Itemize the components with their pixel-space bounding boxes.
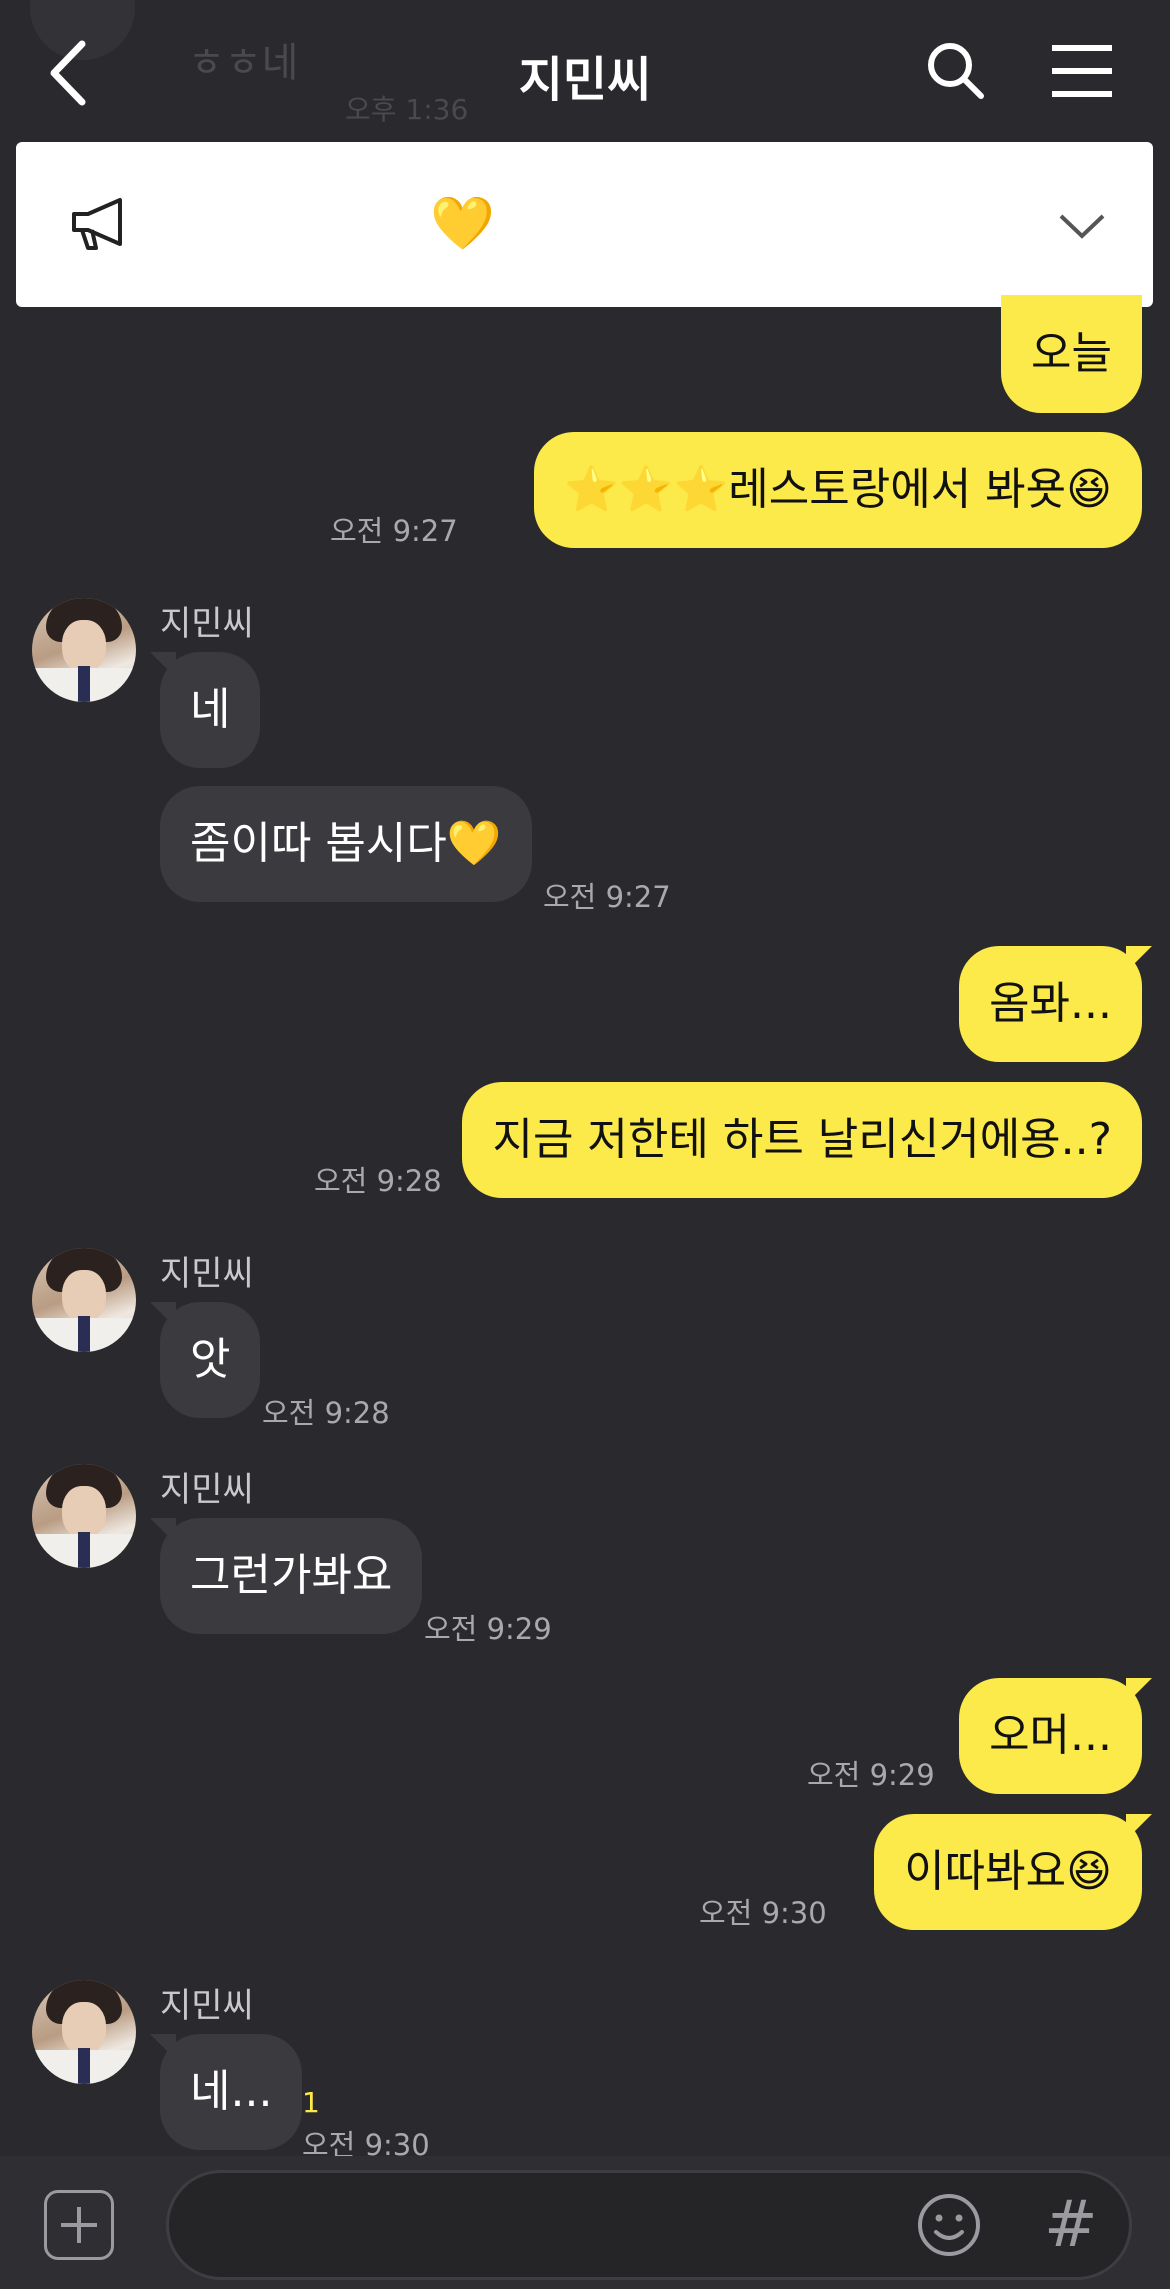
message-bubble-sent[interactable]: ⭐⭐⭐레스토랑에서 봐욧😆: [533, 432, 1142, 548]
star-emoji: ⭐⭐⭐: [563, 464, 729, 515]
message-bubble-received[interactable]: 좀이따 봅시다💛: [160, 786, 532, 902]
unread-count: 1: [302, 2086, 320, 2119]
message-time: 오전 9:28: [314, 1164, 442, 1198]
message-bubble-sent[interactable]: 옴뫄...: [959, 946, 1142, 1062]
sender-name: 지민씨: [160, 604, 254, 644]
message-time: 오전 9:27: [330, 514, 458, 548]
message-text: 지금 저한테 하트 날리신거에용..?: [492, 1114, 1112, 1165]
sender-name: 지민씨: [160, 1470, 254, 1510]
notice-banner[interactable]: [16, 142, 1153, 307]
sender-name: 지민씨: [160, 1986, 254, 2026]
message-bubble-received[interactable]: 네: [160, 652, 261, 768]
message-text: 앗: [190, 1334, 231, 1385]
message-time: 오전 9:29: [424, 1612, 552, 1646]
message-bubble-sent[interactable]: 오머...: [959, 1678, 1142, 1794]
message-time: 오전 9:28: [262, 1396, 390, 1430]
message-input[interactable]: [166, 2170, 1132, 2280]
message-bubble-sent[interactable]: 이따봐요😆: [874, 1814, 1142, 1930]
message-bubble-received[interactable]: 앗: [160, 1302, 261, 1418]
message-time: 오전 9:27: [543, 880, 671, 914]
search-icon[interactable]: [925, 40, 985, 100]
message-text: 레스토랑에서 봐욧: [728, 464, 1067, 515]
message-text: 이따봐요: [904, 1846, 1067, 1897]
message-time: 오전 9:29: [807, 1758, 935, 1792]
chat-title: 지민씨: [518, 52, 652, 108]
message-text: 옴뫄...: [989, 978, 1112, 1029]
heart-emoji: 💛: [446, 818, 502, 869]
message-bubble-sent[interactable]: 지금 저한테 하트 날리신거에용..?: [462, 1082, 1142, 1198]
message-text: 좀이따 봅시다: [190, 818, 447, 869]
avatar[interactable]: [32, 598, 136, 702]
message-bubble-received[interactable]: 네...: [160, 2034, 303, 2150]
avatar[interactable]: [32, 1464, 136, 1568]
chevron-down-icon[interactable]: [1058, 212, 1106, 240]
hashtag-search-button[interactable]: #: [1044, 2188, 1098, 2262]
hamburger-menu-icon[interactable]: [1050, 44, 1114, 98]
message-text: 네: [190, 684, 231, 735]
avatar[interactable]: [32, 1980, 136, 2084]
notice-text: 💛: [430, 194, 495, 254]
message-time: 오전 9:30: [699, 1896, 827, 1930]
message-text: 네...: [190, 2066, 273, 2117]
sender-name: 지민씨: [160, 1254, 254, 1294]
message-bubble-sent[interactable]: 오늘: [1001, 295, 1142, 413]
smile-icon[interactable]: [916, 2192, 982, 2258]
grin-emoji: 😆: [1066, 1846, 1112, 1897]
message-text: 오늘: [1031, 328, 1112, 379]
message-text: 그런가봐요: [190, 1550, 393, 1601]
message-text: 오머...: [989, 1710, 1112, 1761]
avatar[interactable]: [32, 1248, 136, 1352]
plus-square-icon[interactable]: [44, 2190, 114, 2260]
message-bubble-received[interactable]: 그런가봐요: [160, 1518, 423, 1634]
grin-emoji: 😆: [1066, 464, 1112, 515]
megaphone-icon: [72, 198, 122, 250]
